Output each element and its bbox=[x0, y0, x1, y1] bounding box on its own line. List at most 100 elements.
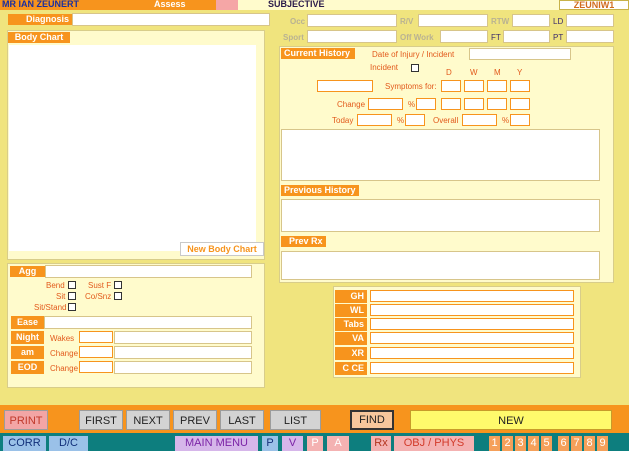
gh-field[interactable] bbox=[370, 290, 574, 302]
night-notes[interactable] bbox=[114, 331, 252, 344]
eod-notes[interactable] bbox=[114, 361, 252, 374]
corr-button[interactable]: CORR bbox=[3, 436, 46, 451]
date-of-injury-field[interactable] bbox=[469, 48, 571, 60]
co-snz-checkbox[interactable] bbox=[114, 292, 122, 300]
change-weeks-field[interactable] bbox=[464, 98, 484, 110]
next-button[interactable]: NEXT bbox=[126, 410, 170, 430]
page-8-button[interactable]: 8 bbox=[584, 436, 595, 451]
date-of-injury-label: Date of Injury / Incident bbox=[372, 50, 455, 59]
page-4-button[interactable]: 4 bbox=[528, 436, 539, 451]
previous-history-notes[interactable] bbox=[281, 199, 600, 232]
wl-field[interactable] bbox=[370, 304, 574, 316]
change-percent: % bbox=[408, 100, 416, 109]
tab-subjective[interactable]: SUBJECTIVE bbox=[268, 0, 325, 9]
v-button[interactable]: V bbox=[282, 436, 303, 451]
body-chart-canvas[interactable] bbox=[9, 45, 256, 251]
overall-field[interactable] bbox=[462, 114, 497, 126]
gh-label: GH bbox=[335, 290, 367, 303]
dc-button[interactable]: D/C bbox=[49, 436, 88, 451]
find-button[interactable]: FIND bbox=[350, 410, 394, 430]
page-5-button[interactable]: 5 bbox=[541, 436, 552, 451]
change-days-field[interactable] bbox=[441, 98, 461, 110]
sust-f-checkbox[interactable] bbox=[114, 281, 122, 289]
list-button[interactable]: LIST bbox=[270, 410, 321, 430]
page-9-button[interactable]: 9 bbox=[597, 436, 608, 451]
today-label: Today bbox=[332, 116, 354, 125]
rtw-field[interactable] bbox=[512, 14, 550, 27]
page-7-button[interactable]: 7 bbox=[571, 436, 582, 451]
overall-percent: % bbox=[502, 116, 510, 125]
current-history-notes[interactable] bbox=[281, 129, 600, 181]
diagnosis-field[interactable] bbox=[72, 13, 270, 26]
rx-button[interactable]: Rx bbox=[371, 436, 391, 451]
p-button[interactable]: P bbox=[262, 436, 278, 451]
symptoms-site-field[interactable] bbox=[317, 80, 373, 92]
main-menu-button[interactable]: MAIN MENU bbox=[175, 436, 258, 451]
tab-assess[interactable]: Assess bbox=[154, 0, 186, 9]
obj-phys-button[interactable]: OBJ / PHYS bbox=[394, 436, 474, 451]
page-3-button[interactable]: 3 bbox=[515, 436, 526, 451]
symptoms-for-label: Symptoms for: bbox=[385, 82, 437, 91]
rv-label: R/V bbox=[400, 17, 414, 26]
wl-label: WL bbox=[335, 304, 367, 317]
cce-field[interactable] bbox=[370, 362, 574, 374]
sit-stand-checkbox[interactable] bbox=[68, 303, 76, 311]
rtw-label: RTW bbox=[491, 17, 510, 26]
sust-f-label: Sust F bbox=[88, 281, 112, 290]
xr-label: XR bbox=[335, 347, 367, 360]
prev-rx-notes[interactable] bbox=[281, 251, 600, 280]
today-field[interactable] bbox=[357, 114, 392, 126]
page-2-button[interactable]: 2 bbox=[502, 436, 513, 451]
bend-checkbox[interactable] bbox=[68, 281, 76, 289]
change-field[interactable] bbox=[368, 98, 403, 110]
page-6-button[interactable]: 6 bbox=[558, 436, 569, 451]
symptoms-weeks-field[interactable] bbox=[464, 80, 484, 92]
symptoms-days-field[interactable] bbox=[441, 80, 461, 92]
agg-label: Agg bbox=[10, 266, 45, 277]
incident-checkbox[interactable] bbox=[411, 64, 419, 72]
patient-name: MR IAN ZEUNERT bbox=[2, 0, 79, 9]
pt-field[interactable] bbox=[566, 30, 614, 43]
prev-button[interactable]: PREV bbox=[173, 410, 217, 430]
ease-label: Ease bbox=[11, 316, 44, 329]
col-d-label: D bbox=[446, 68, 452, 77]
sport-label: Sport bbox=[283, 33, 304, 42]
ease-field[interactable] bbox=[44, 316, 252, 329]
ld-field[interactable] bbox=[566, 14, 614, 27]
change-percent-field[interactable] bbox=[416, 98, 436, 110]
bend-label: Bend bbox=[46, 281, 65, 290]
overall-percent-field[interactable] bbox=[510, 114, 530, 126]
patient-code: ZEUNIW1 bbox=[559, 0, 629, 10]
print-button[interactable]: PRINT bbox=[4, 410, 48, 430]
am-notes[interactable] bbox=[114, 346, 252, 359]
symptoms-years-field[interactable] bbox=[510, 80, 530, 92]
new-button[interactable]: NEW bbox=[410, 410, 612, 430]
change-years-field[interactable] bbox=[510, 98, 530, 110]
current-history-title: Current History bbox=[281, 48, 355, 59]
occ-field[interactable] bbox=[307, 14, 397, 27]
xr-field[interactable] bbox=[370, 347, 574, 359]
sit-checkbox[interactable] bbox=[68, 292, 76, 300]
off-work-field[interactable] bbox=[440, 30, 488, 43]
new-body-chart-button[interactable]: New Body Chart bbox=[180, 242, 264, 256]
first-button[interactable]: FIRST bbox=[79, 410, 123, 430]
sit-stand-label: Sit/Stand bbox=[34, 303, 67, 312]
wakes-field[interactable] bbox=[79, 331, 113, 343]
sport-field[interactable] bbox=[307, 30, 397, 43]
last-button[interactable]: LAST bbox=[220, 410, 264, 430]
ft-field[interactable] bbox=[503, 30, 550, 43]
eod-change-label: Change bbox=[50, 364, 79, 373]
am-change-field[interactable] bbox=[79, 346, 113, 358]
eod-change-field[interactable] bbox=[79, 361, 113, 373]
symptoms-months-field[interactable] bbox=[487, 80, 507, 92]
va-field[interactable] bbox=[370, 332, 574, 344]
a-button[interactable]: A bbox=[327, 436, 349, 451]
tabs-field[interactable] bbox=[370, 318, 574, 330]
p2-button[interactable]: P bbox=[307, 436, 323, 451]
change-months-field[interactable] bbox=[487, 98, 507, 110]
incident-label: Incident bbox=[370, 63, 399, 72]
today-percent-field[interactable] bbox=[405, 114, 425, 126]
page-1-button[interactable]: 1 bbox=[489, 436, 500, 451]
rv-field[interactable] bbox=[418, 14, 488, 27]
agg-field[interactable] bbox=[45, 265, 252, 278]
